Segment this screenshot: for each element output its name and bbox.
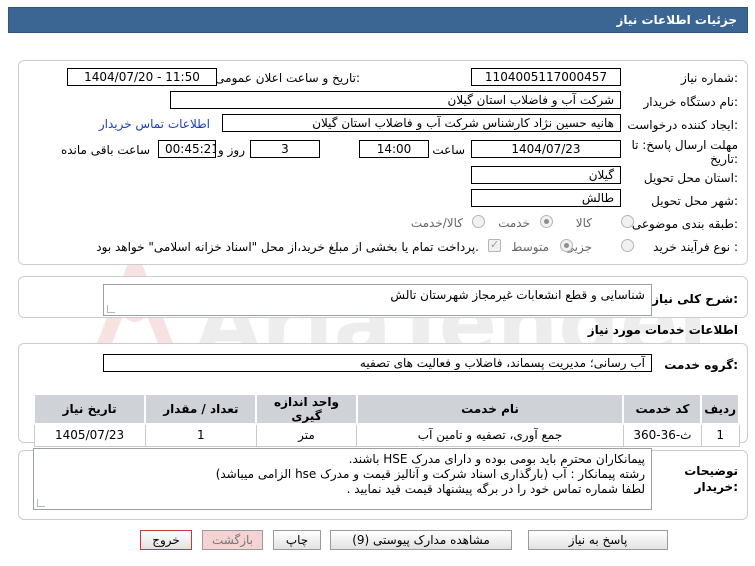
col-unit: واحد اندازه گیری	[255, 393, 358, 425]
col-row-number: ردیف	[700, 393, 740, 425]
col-quantity: تعداد / مقدار	[144, 393, 258, 425]
category-option-service: خدمت	[498, 216, 530, 230]
notes-line-3: لطفا شماره تماس خود را در برگه پیشنهاد ق…	[346, 482, 645, 496]
reply-button[interactable]: پاسخ به نیاز	[528, 530, 668, 550]
cell-quantity: 1	[144, 423, 257, 447]
deadline-label-date: تاریخ:	[710, 152, 738, 166]
deadline-time-label: ساعت	[432, 143, 465, 157]
deadline-date-field: 1404/07/23	[471, 140, 621, 158]
category-radio-goods-service[interactable]	[472, 215, 485, 228]
city-label: شهر محل تحویل:	[651, 194, 738, 208]
buyer-field: شرکت آب و فاضلاب استان گیلان	[170, 91, 621, 109]
cell-service-code: ث-36-360	[622, 423, 702, 447]
resize-handle[interactable]	[37, 499, 45, 507]
deadline-time-field: 14:00	[359, 140, 429, 158]
notes-label: توضیحات	[684, 464, 738, 478]
deadline-label: مهلت ارسال پاسخ: تا	[631, 138, 738, 152]
category-option-goods: کالا	[575, 216, 592, 230]
page-header: جزئيات اطلاعات نياز	[8, 7, 748, 33]
process-radio-minor[interactable]	[621, 239, 634, 252]
exit-button[interactable]: خروج	[140, 530, 192, 550]
cell-row-number: 1	[700, 423, 740, 447]
category-label: طبقه بندی موضوعی:	[631, 217, 738, 231]
process-label: نوع فرآیند خرید :	[653, 240, 738, 254]
need-number-label: شماره نیاز:	[680, 71, 738, 85]
summary-text: شناسایی و قطع انشعابات غیرمجاز شهرستان ت…	[390, 288, 645, 302]
page-title: جزئيات اطلاعات نياز	[616, 13, 737, 27]
days-field: 3	[250, 140, 320, 158]
view-documents-button[interactable]: مشاهده مدارک پیوستی (9)	[330, 530, 512, 550]
back-button[interactable]: بازگشت	[202, 530, 263, 550]
cell-unit: متر	[255, 423, 358, 447]
remaining-time-field: 00:45:21	[158, 140, 216, 158]
resize-handle[interactable]	[107, 305, 115, 313]
announce-label: تاریخ و ساعت اعلان عمومی:	[215, 71, 360, 85]
days-label: روز و	[218, 143, 245, 157]
col-service-name: نام خدمت	[355, 393, 625, 425]
table-header-row: ردیف کد خدمت نام خدمت واحد اندازه گیری ت…	[32, 393, 740, 425]
category-radio-goods[interactable]	[621, 215, 634, 228]
treasury-checkbox[interactable]	[488, 238, 501, 252]
summary-textarea[interactable]: شناسایی و قطع انشعابات غیرمجاز شهرستان ت…	[103, 284, 652, 316]
province-field: گیلان	[471, 166, 621, 184]
services-section-title: اطلاعات خدمات مورد نیاز	[587, 323, 738, 337]
table-row: 1 ث-36-360 جمع آوری، تصفیه و تامین آب مت…	[33, 423, 740, 447]
need-number-field: 1104005117000457	[471, 68, 621, 86]
notes-textarea[interactable]: پیمانکاران محترم باید بومی بوده و دارای …	[33, 448, 652, 510]
payment-note: پرداخت تمام یا بخشی از مبلغ خرید،از محل …	[96, 240, 479, 254]
service-group-field: آب رسانی؛ مدیریت پسماند، فاضلاب و فعالیت…	[103, 354, 652, 372]
remaining-label: ساعت باقی مانده	[60, 143, 150, 157]
notes-label-buyer: خریدار:	[694, 480, 738, 494]
category-radio-service[interactable]	[540, 215, 553, 228]
notes-line-1: پیمانکاران محترم باید بومی بوده و دارای …	[348, 452, 645, 466]
process-option-medium: متوسط	[511, 240, 549, 254]
notes-line-2: رشته پیمانکار : آب (بارگذاری اسناد شرکت …	[215, 467, 645, 481]
cell-need-date: 1405/07/23	[33, 423, 146, 447]
summary-label: شرح کلی نیاز:	[652, 292, 738, 306]
service-group-label: گروه خدمت:	[664, 358, 738, 372]
process-radio-medium[interactable]	[560, 239, 573, 252]
print-button[interactable]: چاپ	[273, 530, 321, 550]
buyer-contact-link[interactable]: اطلاعات تماس خریدار	[99, 117, 210, 131]
province-label: استان محل تحویل:	[643, 171, 738, 185]
cell-service-name: جمع آوری، تصفیه و تامین آب	[356, 423, 624, 447]
category-option-goods-service: کالا/خدمت	[410, 216, 463, 230]
col-service-code: کد خدمت	[622, 393, 703, 425]
col-need-date: تاریخ نیاز	[32, 393, 147, 425]
announce-field: 1404/07/20 - 11:50	[67, 68, 217, 86]
creator-field: هانیه حسین نژاد کارشناس شرکت آب و فاضلاب…	[222, 114, 621, 132]
buyer-label: نام دستگاه خریدار:	[643, 95, 739, 109]
city-field: طالش	[471, 189, 621, 207]
creator-label: ایجاد کننده درخواست:	[627, 118, 738, 132]
services-table: ردیف کد خدمت نام خدمت واحد اندازه گیری ت…	[32, 393, 740, 447]
